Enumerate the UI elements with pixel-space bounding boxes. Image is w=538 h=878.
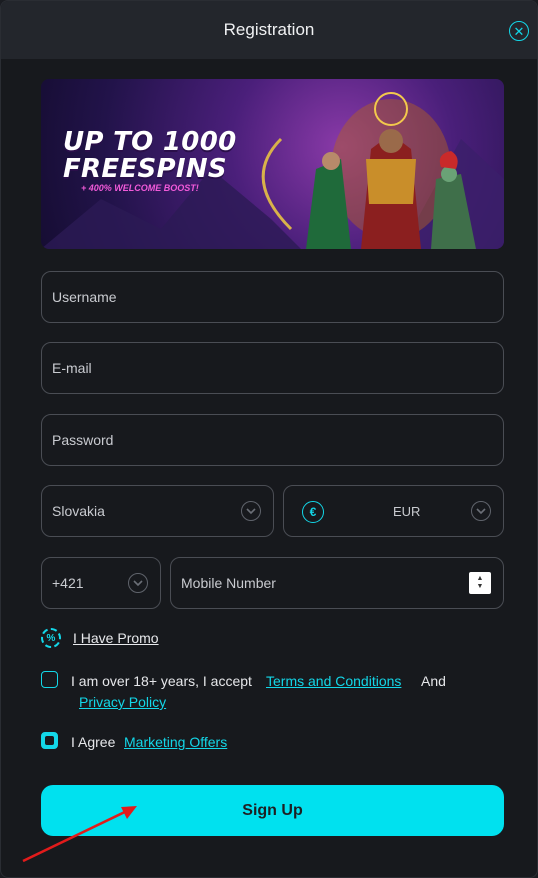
marketing-checkbox[interactable] [41,732,58,749]
promo-toggle[interactable]: % I Have Promo [41,628,159,648]
promo-code-icon: % [41,628,61,648]
privacy-link[interactable]: Privacy Policy [79,694,166,710]
marketing-text: I Agree [71,734,116,750]
number-stepper-icon[interactable]: ▲ ▼ [469,572,491,594]
username-field[interactable]: Username [41,271,504,323]
email-field[interactable]: E-mail [41,342,504,394]
euro-icon: € [302,501,324,523]
terms-text: I am over 18+ years, I accept [71,673,252,689]
marketing-link[interactable]: Marketing Offers [124,734,227,750]
mobile-placeholder: Mobile Number [181,575,276,591]
currency-select[interactable]: € EUR [283,485,504,537]
annotation-arrow-icon [22,806,137,863]
password-field[interactable]: Password [41,414,504,466]
password-placeholder: Password [52,432,114,448]
terms-link[interactable]: Terms and Conditions [266,673,401,689]
banner-subtitle: + 400% WELCOME BOOST! [81,183,199,193]
registration-modal: Registration ✕ UP TO 1000 FREESPINS + 40… [0,0,538,878]
chevron-down-icon [471,501,491,521]
terms-checkbox[interactable] [41,671,58,688]
phone-code-select[interactable]: +421 [41,557,161,609]
phone-code-value: +421 [52,575,84,591]
mobile-number-input[interactable]: Mobile Number ▲ ▼ [170,557,504,609]
modal-header: Registration ✕ [1,1,537,59]
email-placeholder: E-mail [52,360,92,376]
banner-title: UP TO 1000 FREESPINS [63,127,237,184]
chevron-down-icon [128,573,148,593]
country-value: Slovakia [52,503,105,519]
terms-and-text: And [421,673,446,689]
currency-value: EUR [393,503,421,519]
username-placeholder: Username [52,289,117,305]
modal-title: Registration [223,20,315,39]
close-icon[interactable]: ✕ [509,21,529,41]
promo-banner: UP TO 1000 FREESPINS + 400% WELCOME BOOS… [41,79,504,249]
country-select[interactable]: Slovakia [41,485,274,537]
promo-label: I Have Promo [73,630,159,646]
chevron-down-icon [241,501,261,521]
